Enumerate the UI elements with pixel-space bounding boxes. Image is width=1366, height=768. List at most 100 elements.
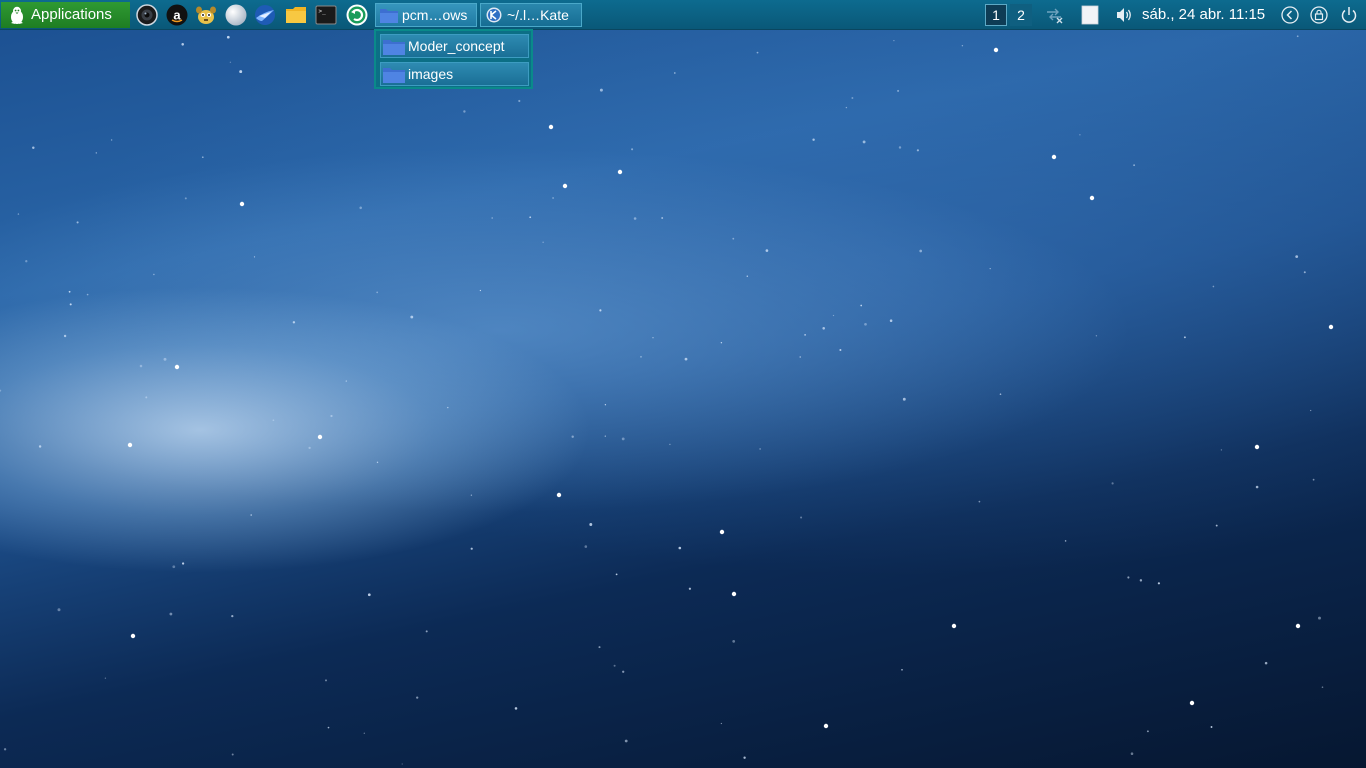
star xyxy=(719,529,725,535)
star xyxy=(961,44,964,47)
star xyxy=(556,492,562,498)
task-button-file-manager[interactable]: pcm…ows xyxy=(375,3,477,27)
update-manager-icon[interactable] xyxy=(346,4,368,26)
star xyxy=(589,523,593,526)
top-panel: Applications a >_ pcm…ows ~/.l…Kate 1 2 … xyxy=(0,0,1366,30)
star xyxy=(799,356,801,358)
star xyxy=(95,152,97,154)
lock-icon[interactable] xyxy=(1309,5,1329,25)
star xyxy=(999,393,1002,396)
applications-menu-button[interactable]: Applications xyxy=(1,2,130,28)
tux-icon xyxy=(11,6,23,24)
gimp-icon[interactable] xyxy=(195,4,217,26)
star xyxy=(491,217,494,219)
star xyxy=(1254,444,1260,450)
star xyxy=(231,614,234,618)
star xyxy=(993,47,999,53)
star xyxy=(324,679,328,682)
workspace-1-button[interactable]: 1 xyxy=(985,4,1007,26)
star xyxy=(989,267,991,270)
star xyxy=(1318,616,1321,620)
applications-label: Applications xyxy=(31,6,112,23)
popup-item-images[interactable]: images xyxy=(380,62,529,86)
star-field xyxy=(0,35,1334,765)
volume-icon[interactable] xyxy=(1114,5,1134,25)
star xyxy=(1264,661,1268,665)
star xyxy=(652,337,654,339)
star xyxy=(1127,576,1130,579)
power-icon[interactable] xyxy=(1339,5,1359,25)
task-label: pcm…ows xyxy=(402,7,468,23)
star xyxy=(76,221,79,224)
star xyxy=(410,315,414,319)
task-button-kate[interactable]: ~/.l…Kate xyxy=(480,3,582,27)
star xyxy=(720,722,723,725)
clipboard-icon[interactable] xyxy=(1080,5,1100,25)
star xyxy=(1312,478,1315,481)
back-icon[interactable] xyxy=(1280,5,1300,25)
star xyxy=(1310,409,1312,412)
desktop-wallpaper[interactable] xyxy=(0,0,1366,768)
star xyxy=(1296,35,1299,38)
globe-icon[interactable] xyxy=(225,4,247,26)
workspace-2-button[interactable]: 2 xyxy=(1010,4,1032,26)
star xyxy=(584,545,588,548)
star xyxy=(1328,324,1334,330)
folder-icon xyxy=(383,40,405,55)
star xyxy=(69,303,72,306)
star xyxy=(669,443,671,446)
star xyxy=(130,633,136,639)
star xyxy=(367,593,371,597)
folder-icon xyxy=(383,68,405,83)
star xyxy=(169,612,173,616)
star xyxy=(447,406,449,409)
star xyxy=(57,608,61,612)
star xyxy=(1111,482,1114,485)
star xyxy=(1079,134,1081,136)
star xyxy=(678,546,682,550)
star xyxy=(832,314,835,317)
clock[interactable]: sáb., 24 abr. 11:15 xyxy=(1142,0,1265,30)
star xyxy=(756,51,759,54)
star xyxy=(684,357,688,361)
star xyxy=(25,260,28,263)
star xyxy=(1215,524,1218,527)
star xyxy=(239,70,243,74)
star xyxy=(812,138,815,141)
star xyxy=(327,726,330,729)
amazon-icon[interactable]: a xyxy=(166,4,188,26)
star xyxy=(851,97,854,99)
star xyxy=(621,437,625,441)
terminal-icon[interactable]: >_ xyxy=(315,4,337,26)
star xyxy=(153,273,155,276)
webcam-icon[interactable] xyxy=(136,4,158,26)
star xyxy=(919,249,923,253)
star xyxy=(613,664,616,667)
thunderbird-icon[interactable] xyxy=(254,4,276,26)
star xyxy=(1130,752,1134,755)
star xyxy=(416,696,419,699)
star xyxy=(1303,271,1306,274)
popup-item-label: images xyxy=(408,66,454,82)
star xyxy=(1295,623,1301,629)
star xyxy=(822,327,825,330)
star xyxy=(633,217,637,220)
star xyxy=(864,322,867,326)
star xyxy=(32,146,35,149)
file-manager-icon[interactable] xyxy=(285,4,307,26)
star xyxy=(1157,582,1161,585)
star xyxy=(181,43,184,46)
task-label: ~/.l…Kate xyxy=(507,7,569,23)
star xyxy=(239,201,245,207)
star xyxy=(622,670,625,673)
star xyxy=(317,434,323,440)
star xyxy=(800,516,803,519)
star xyxy=(401,763,403,765)
network-disconnected-icon[interactable] xyxy=(1044,5,1064,25)
star xyxy=(1051,154,1057,160)
star xyxy=(823,723,829,729)
popup-item-moder-concept[interactable]: Moder_concept xyxy=(380,34,529,58)
star xyxy=(1210,726,1213,728)
star xyxy=(631,148,634,151)
star xyxy=(552,197,555,199)
